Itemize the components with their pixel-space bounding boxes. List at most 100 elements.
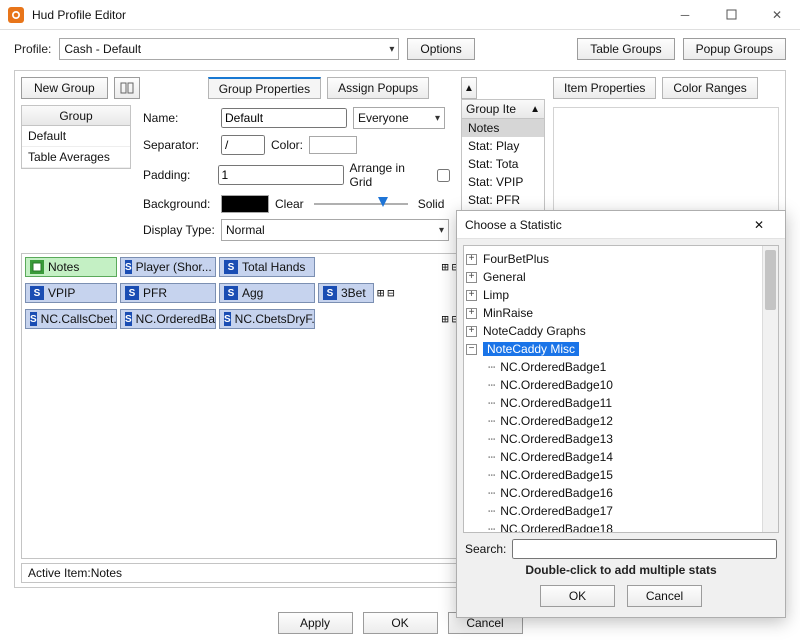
tree-leaf: ⋯NC.OrderedBadge17 <box>466 502 776 520</box>
display-type-select[interactable]: Normal▾ <box>221 219 449 241</box>
hud-layout-area: Notes SPlayer (Shor... STotal Hands ⊞⊟ S… <box>21 253 463 559</box>
stat-icon: S <box>323 286 337 300</box>
group-item-row[interactable]: Stat: VPIP <box>462 173 544 191</box>
hud-block[interactable]: SVPIP <box>25 283 117 303</box>
tree-connector-icon: ⋯ <box>488 450 496 464</box>
close-button[interactable]: ✕ <box>754 0 800 30</box>
apply-button[interactable]: Apply <box>278 612 353 634</box>
tree-connector-icon: ⋯ <box>488 504 496 518</box>
hud-block[interactable]: Notes <box>25 257 117 277</box>
padding-input[interactable] <box>218 165 344 185</box>
separator-input[interactable] <box>221 135 265 155</box>
expand-icon[interactable]: + <box>466 254 477 265</box>
tree-connector-icon: ⋯ <box>488 522 496 533</box>
tree-leaf: ⋯NC.OrderedBadge1 <box>466 358 776 376</box>
hud-block[interactable]: SAgg <box>219 283 315 303</box>
tree-leaf: ⋯NC.OrderedBadge11 <box>466 394 776 412</box>
expand-icon[interactable]: + <box>466 308 477 319</box>
search-input[interactable] <box>512 539 777 559</box>
tree-connector-icon: ⋯ <box>488 468 496 482</box>
group-item-row[interactable]: Stat: PFR <box>462 191 544 209</box>
maximize-button[interactable] <box>708 0 754 30</box>
tree-connector-icon: ⋯ <box>488 486 496 500</box>
visibility-select[interactable]: Everyone▾ <box>353 107 445 129</box>
tree-node: +MinRaise <box>466 304 776 322</box>
tree-connector-icon: ⋯ <box>488 396 496 410</box>
add-button[interactable]: ⊞ <box>377 286 384 300</box>
tree-node: +NoteCaddy Graphs <box>466 322 776 340</box>
tree-leaf: ⋯NC.OrderedBadge15 <box>466 466 776 484</box>
options-button[interactable]: Options <box>407 38 474 60</box>
statistic-tree[interactable]: +FourBetPlus +General +Limp +MinRaise +N… <box>463 245 779 533</box>
app-icon <box>8 7 24 23</box>
group-item[interactable]: Default <box>22 126 130 147</box>
hud-block[interactable]: SNC.CallsCbet... <box>25 309 117 329</box>
tab-group-properties[interactable]: Group Properties <box>208 77 321 99</box>
tree-connector-icon: ⋯ <box>488 378 496 392</box>
chevron-down-icon: ▾ <box>439 225 444 236</box>
hud-block[interactable]: SNC.OrderedBa... <box>120 309 216 329</box>
sort-icon[interactable]: ▲ <box>530 104 540 115</box>
group-item-row[interactable]: Stat: Tota <box>462 155 544 173</box>
tree-node: +General <box>466 268 776 286</box>
tree-leaf: ⋯NC.OrderedBadge13 <box>466 430 776 448</box>
hud-block[interactable]: STotal Hands <box>219 257 315 277</box>
dialog-ok-button[interactable]: OK <box>540 585 615 607</box>
tree-leaf: ⋯NC.OrderedBadge18 <box>466 520 776 533</box>
stat-icon: S <box>125 312 132 326</box>
tree-node: +Limp <box>466 286 776 304</box>
name-input[interactable] <box>221 108 347 128</box>
hud-block[interactable]: SPlayer (Shor... <box>120 257 216 277</box>
solid-label: Solid <box>418 197 445 211</box>
stat-icon: S <box>30 312 37 326</box>
ok-button[interactable]: OK <box>363 612 438 634</box>
hud-block[interactable]: S3Bet <box>318 283 374 303</box>
add-button[interactable]: ⊞ <box>442 260 449 274</box>
minimize-button[interactable]: ─ <box>662 0 708 30</box>
tree-leaf: ⋯NC.OrderedBadge16 <box>466 484 776 502</box>
notes-icon <box>30 260 44 274</box>
table-groups-button[interactable]: Table Groups <box>577 38 674 60</box>
window-title: Hud Profile Editor <box>32 8 662 22</box>
profile-select[interactable]: Cash - Default▾ <box>59 38 399 60</box>
tab-color-ranges[interactable]: Color Ranges <box>662 77 757 99</box>
clear-label: Clear <box>275 197 304 211</box>
layout-toggle-button[interactable] <box>114 77 140 99</box>
tree-connector-icon: ⋯ <box>488 360 496 374</box>
tree-leaf: ⋯NC.OrderedBadge10 <box>466 376 776 394</box>
tree-connector-icon: ⋯ <box>488 432 496 446</box>
background-color-swatch[interactable] <box>221 195 269 213</box>
tab-assign-popups[interactable]: Assign Popups <box>327 77 429 99</box>
hud-block[interactable]: SPFR <box>120 283 216 303</box>
chevron-down-icon: ▾ <box>389 44 394 55</box>
search-label: Search: <box>465 542 506 556</box>
chevron-down-icon: ▾ <box>435 113 440 124</box>
remove-button[interactable]: ⊟ <box>387 286 394 300</box>
tree-leaf: ⋯NC.OrderedBadge12 <box>466 412 776 430</box>
add-button[interactable]: ⊞ <box>442 312 449 326</box>
collapse-icon[interactable]: − <box>466 344 477 355</box>
scrollbar[interactable] <box>762 246 778 532</box>
group-item-row[interactable]: Notes <box>462 119 544 137</box>
new-group-button[interactable]: New Group <box>21 77 108 99</box>
dialog-close-button[interactable]: ✕ <box>741 211 777 239</box>
arrange-grid-checkbox[interactable] <box>437 169 450 182</box>
tab-item-properties[interactable]: Item Properties <box>553 77 656 99</box>
move-up-button[interactable]: ▲ <box>461 77 477 99</box>
expand-icon[interactable]: + <box>466 272 477 283</box>
separator-color-swatch[interactable] <box>309 136 357 154</box>
hud-block[interactable]: SNC.CbetsDryF... <box>219 309 315 329</box>
popup-groups-button[interactable]: Popup Groups <box>683 38 786 60</box>
expand-icon[interactable]: + <box>466 326 477 337</box>
choose-statistic-dialog: Choose a Statistic ✕ +FourBetPlus +Gener… <box>456 210 786 618</box>
tree-leaf: ⋯NC.OrderedBadge14 <box>466 448 776 466</box>
opacity-slider[interactable] <box>314 197 408 211</box>
tree-connector-icon: ⋯ <box>488 414 496 428</box>
expand-icon[interactable]: + <box>466 290 477 301</box>
groups-panel: Group Default Table Averages <box>21 105 131 169</box>
dialog-cancel-button[interactable]: Cancel <box>627 585 702 607</box>
dialog-title: Choose a Statistic <box>465 218 562 232</box>
name-label: Name: <box>143 111 215 125</box>
group-item[interactable]: Table Averages <box>22 147 130 168</box>
group-item-row[interactable]: Stat: Play <box>462 137 544 155</box>
